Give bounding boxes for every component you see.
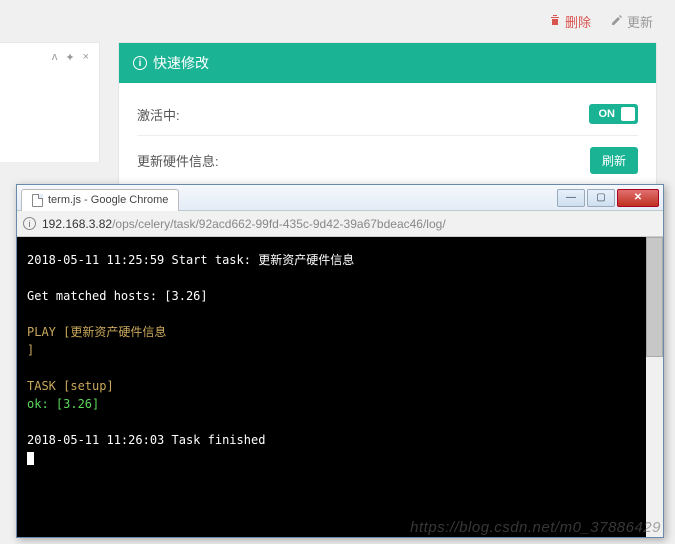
edit-icon [611,14,623,29]
term-line: ] [27,341,653,359]
sidebar: ᴧ ✦ × [0,42,100,162]
active-label: 激活中: [137,105,180,124]
tab-title: term.js - Google Chrome [48,194,168,206]
term-line: TASK [setup] [27,377,653,395]
terminal-cursor [27,452,34,465]
address-bar[interactable]: i 192.168.3.82/ops/celery/task/92acd662-… [17,211,663,237]
row-active: 激活中: ON [137,93,638,136]
page-icon [32,194,43,207]
panel-header: i 快速修改 [119,43,656,83]
toggle-text: ON [599,108,616,120]
term-line: PLAY [更新资产硬件信息 [27,323,653,341]
active-toggle[interactable]: ON [589,104,639,124]
chevron-up-icon[interactable]: ᴧ [52,51,58,64]
url-host: 192.168.3.82 [42,217,112,231]
url-path: /ops/celery/task/92acd662-99fd-435c-9d42… [112,217,446,231]
delete-action[interactable]: 删除 [549,12,591,31]
window-minimize-button[interactable]: — [557,189,585,207]
wrench-icon[interactable]: ✦ [65,51,74,64]
term-line: Get matched hosts: [3.26] [27,287,653,305]
browser-tab[interactable]: term.js - Google Chrome [21,189,179,211]
refresh-hw-label: 更新硬件信息: [137,151,219,170]
window-close-button[interactable]: ✕ [617,189,659,207]
toggle-knob [621,107,635,121]
term-line: 2018-05-11 11:26:03 Task finished [27,431,653,449]
chrome-window: term.js - Google Chrome — ▢ ✕ i 192.168.… [16,184,664,538]
panel-title: 快速修改 [153,53,209,73]
update-action[interactable]: 更新 [611,12,653,31]
update-label: 更新 [627,12,653,31]
info-circle-icon[interactable]: i [23,217,36,230]
term-line: ok: [3.26] [27,395,653,413]
terminal-scrollbar[interactable] [646,237,663,537]
delete-label: 删除 [565,12,591,31]
terminal-output[interactable]: 2018-05-11 11:25:59 Start task: 更新资产硬件信息… [17,237,663,537]
trash-icon [549,14,561,29]
row-refresh-hardware: 更新硬件信息: 刷新 [137,136,638,186]
scrollbar-thumb[interactable] [646,237,663,357]
window-maximize-button[interactable]: ▢ [587,189,615,207]
term-line: 2018-05-11 11:25:59 Start task: 更新资产硬件信息 [27,251,653,269]
info-icon: i [133,56,147,70]
window-titlebar[interactable]: term.js - Google Chrome — ▢ ✕ [17,185,663,211]
close-icon[interactable]: × [83,51,89,64]
refresh-button[interactable]: 刷新 [590,147,638,174]
